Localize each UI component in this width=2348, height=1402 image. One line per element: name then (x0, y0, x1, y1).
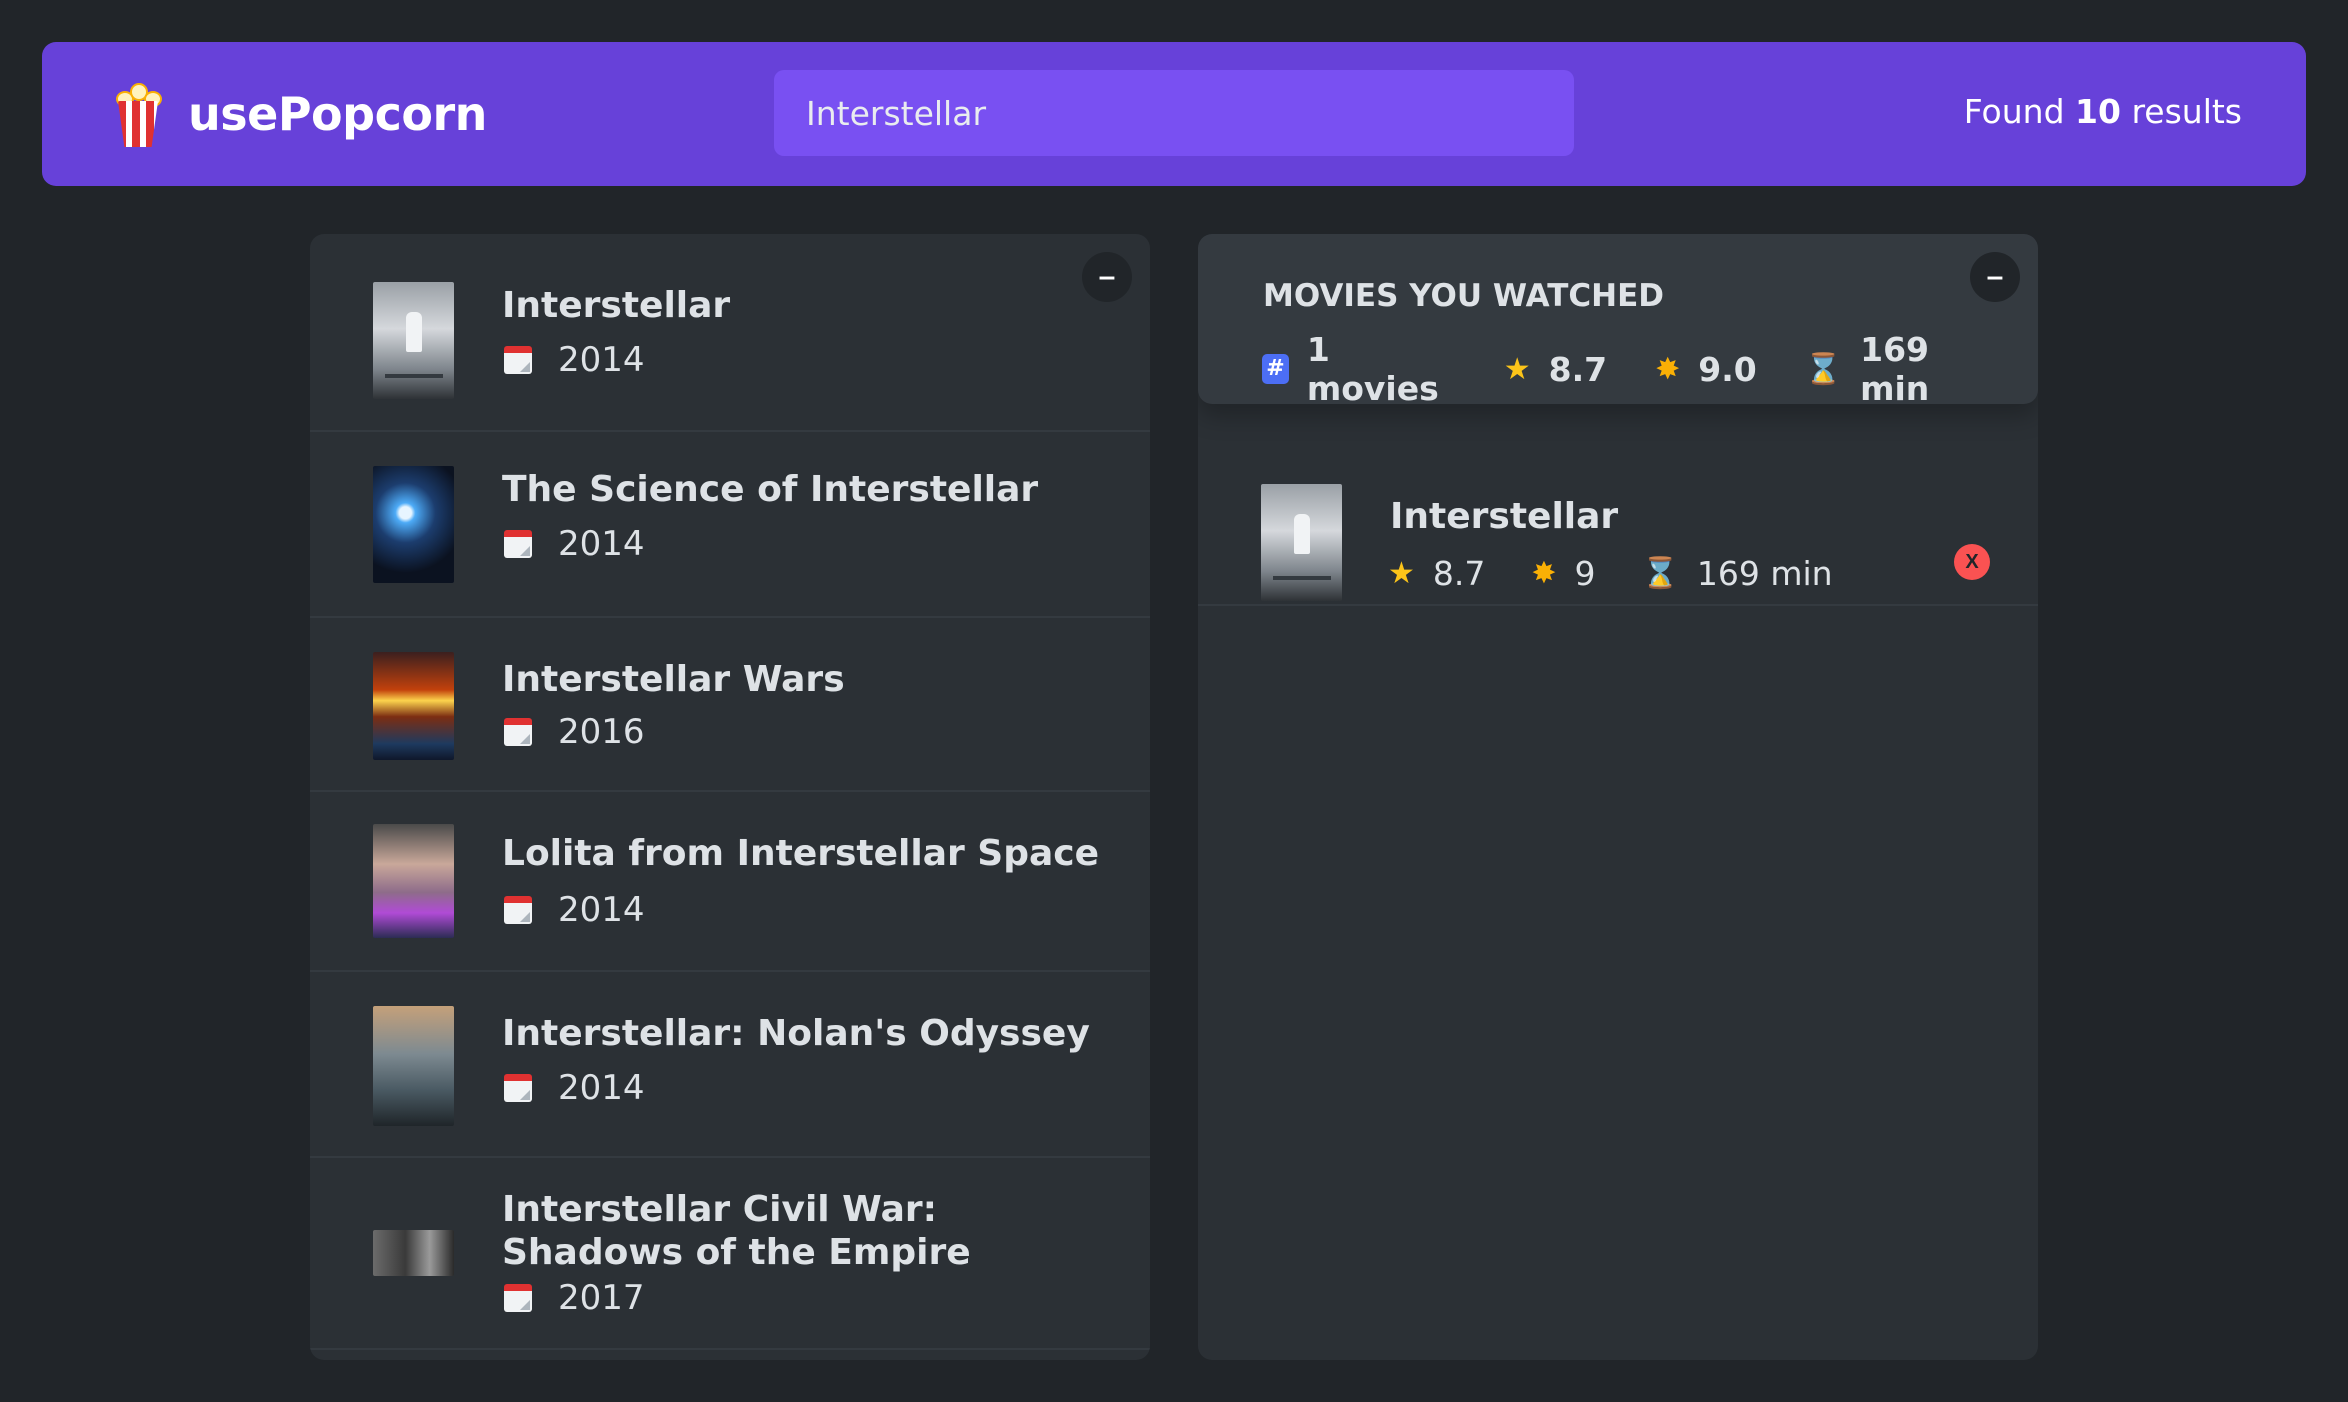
hash-icon: # (1262, 354, 1289, 384)
movie-poster (373, 1230, 454, 1276)
imdb-rating: ★ 8.7 (1388, 554, 1486, 593)
movie-year: 2016 (504, 712, 645, 752)
user-rating: ✸ 9 (1531, 554, 1596, 593)
movie-poster (373, 824, 454, 938)
movie-year: 2014 (504, 524, 645, 564)
movie-list-item[interactable]: Lolita from Interstellar Space 2014 (310, 792, 1150, 972)
movie-year: 2014 (504, 340, 645, 380)
movie-list-item[interactable]: Interstellar: Nolan's Odyssey 2014 (310, 972, 1150, 1158)
calendar-icon (504, 718, 532, 746)
calendar-icon (504, 896, 532, 924)
movie-poster (373, 466, 454, 583)
movie-title: Interstellar (502, 285, 731, 326)
logo: usePopcorn (110, 78, 487, 150)
movie-list-item[interactable]: Interstellar 2014 (310, 234, 1150, 432)
stat-imdb-rating: ★ 8.7 (1503, 349, 1608, 389)
num-results: Found 10 results (1963, 92, 2242, 131)
delete-watched-button[interactable]: X (1954, 544, 1990, 580)
movie-title: Interstellar: Nolan's Odyssey (502, 1013, 1090, 1054)
movie-poster (373, 652, 454, 760)
movie-list-item[interactable]: Interstellar Civil War: Shadows of the E… (310, 1158, 1150, 1350)
movie-title: Interstellar Civil War: Shadows of the E… (502, 1189, 971, 1273)
movie-poster (373, 1006, 454, 1126)
popcorn-icon (110, 81, 166, 147)
search-input[interactable] (774, 70, 1574, 156)
stat-num-movies: #1 movies (1262, 330, 1456, 408)
stat-runtime: ⌛ 169 min (1804, 330, 1930, 408)
watched-movie-title: Interstellar (1390, 496, 1619, 537)
movie-title: Interstellar Wars (502, 659, 845, 700)
calendar-icon (504, 1074, 532, 1102)
search-results-box: – Interstellar 2014 The Science of Inter… (310, 234, 1150, 1360)
glowing-star-icon: ✸ (1655, 351, 1681, 387)
collapse-results-button[interactable]: – (1082, 252, 1132, 302)
calendar-icon (504, 530, 532, 558)
navbar: usePopcorn Found 10 results (42, 42, 2306, 186)
stat-user-rating: ✸ 9.0 (1655, 349, 1757, 389)
hourglass-icon: ⌛ (1641, 556, 1679, 591)
collapse-watched-button[interactable]: – (1970, 252, 2020, 302)
watched-movie-item: Interstellar ★ 8.7 ✸ 9 ⌛ 169 min X (1198, 450, 2038, 606)
watched-movie-stats: ★ 8.7 ✸ 9 ⌛ 169 min (1388, 554, 1879, 593)
movie-title: Lolita from Interstellar Space (502, 833, 1100, 874)
movie-poster (373, 282, 454, 399)
summary-heading: Movies you watched (1263, 278, 1664, 314)
runtime: ⌛ 169 min (1641, 554, 1833, 593)
movie-list-item[interactable]: The Science of Interstellar 2014 (310, 432, 1150, 618)
star-icon: ★ (1388, 556, 1415, 591)
hourglass-icon: ⌛ (1804, 351, 1843, 387)
calendar-icon (504, 346, 532, 374)
calendar-icon (504, 1284, 532, 1312)
results-count: 10 (2075, 92, 2121, 131)
movie-poster (1261, 484, 1342, 601)
logo-text: usePopcorn (188, 87, 487, 141)
watched-box: – Movies you watched #1 movies ★ 8.7 ✸ 9.0… (1198, 234, 2038, 1360)
star-icon: ★ (1503, 351, 1531, 387)
movie-year: 2014 (504, 890, 645, 930)
movie-title: The Science of Interstellar (502, 469, 1039, 510)
summary-stats: #1 movies ★ 8.7 ✸ 9.0 ⌛ 169 min (1262, 330, 2038, 408)
movie-list-item[interactable]: Interstellar Wars 2016 (310, 618, 1150, 792)
movie-year: 2014 (504, 1068, 645, 1108)
movie-year: 2017 (504, 1278, 645, 1318)
watched-summary: Movies you watched #1 movies ★ 8.7 ✸ 9.0 ⌛… (1198, 234, 2038, 408)
glowing-star-icon: ✸ (1531, 556, 1557, 591)
